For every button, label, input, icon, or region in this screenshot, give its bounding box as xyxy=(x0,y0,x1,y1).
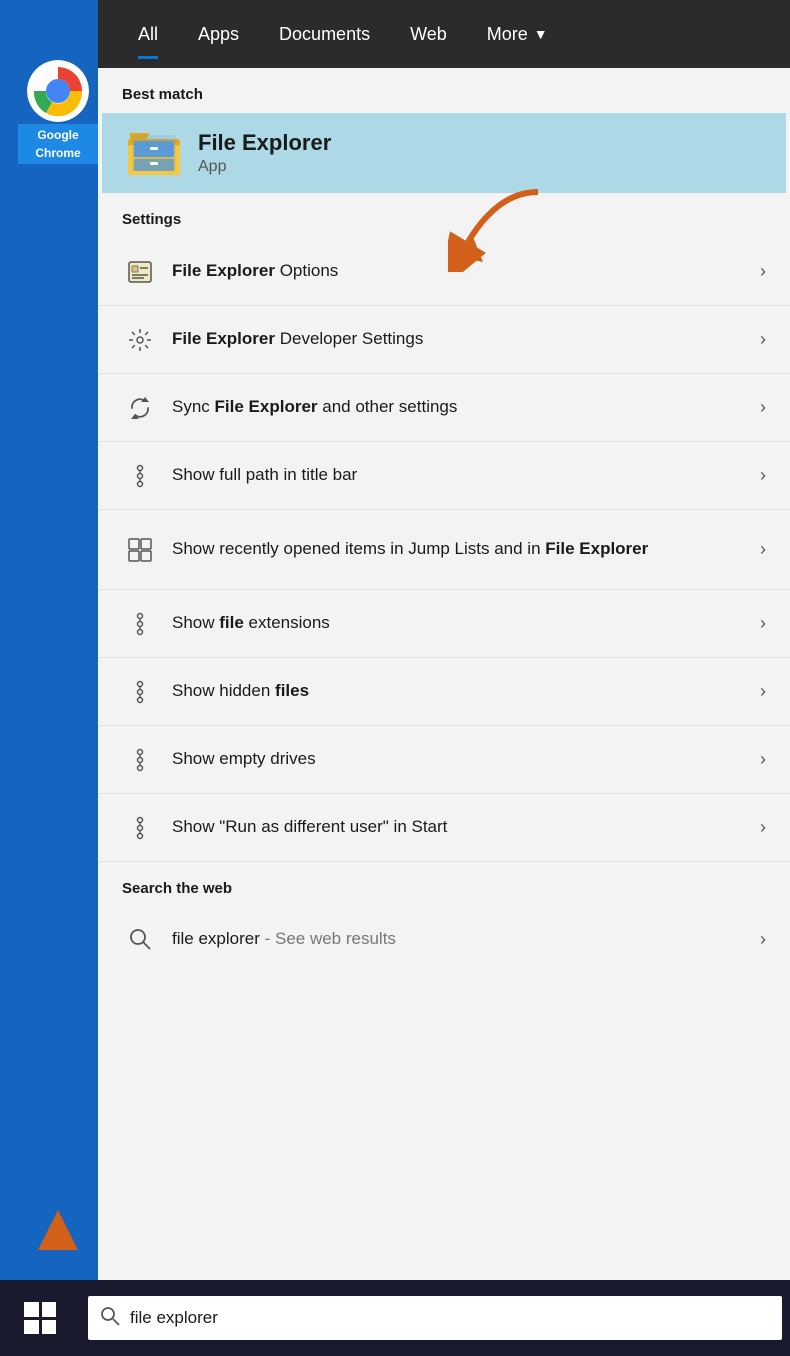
settings-item-sync-fe[interactable]: Sync File Explorer and other settings › xyxy=(98,374,790,442)
web-search-header: Search the web xyxy=(98,862,790,907)
chevron-right-icon-9: › xyxy=(760,817,766,838)
settings-item-file-ext-text: Show file extensions xyxy=(172,612,760,634)
chevron-right-icon-3: › xyxy=(760,397,766,418)
settings-item-hidden-files-text: Show hidden files xyxy=(172,680,760,702)
settings-item-recent[interactable]: Show recently opened items in Jump Lists… xyxy=(98,510,790,590)
settings-item-empty-drives[interactable]: Show empty drives › xyxy=(98,726,790,794)
settings-item-fe-dev-text: File Explorer Developer Settings xyxy=(172,328,760,350)
chevron-right-icon-8: › xyxy=(760,749,766,770)
hidden-files-icon xyxy=(122,679,158,705)
settings-item-fe-options[interactable]: File Explorer Options › xyxy=(98,238,790,306)
best-match-file-explorer[interactable]: File Explorer App xyxy=(102,113,786,193)
chevron-right-icon-5: › xyxy=(760,539,766,560)
taskbar-search-bar[interactable]: file explorer xyxy=(88,1296,782,1340)
chevron-right-icon-2: › xyxy=(760,329,766,350)
settings-item-run-as-text: Show "Run as different user" in Start xyxy=(172,816,760,838)
tab-documents[interactable]: Documents xyxy=(259,18,390,51)
filter-tabs-bar: All Apps Documents Web More ▼ xyxy=(98,0,790,68)
best-match-info: File Explorer App xyxy=(198,130,331,176)
chevron-right-icon-6: › xyxy=(760,613,766,634)
dev-settings-icon xyxy=(122,327,158,353)
settings-item-sync-fe-text: Sync File Explorer and other settings xyxy=(172,396,760,418)
chevron-right-icon: › xyxy=(760,261,766,282)
best-match-type: App xyxy=(198,158,331,176)
settings-item-file-ext[interactable]: Show file extensions › xyxy=(98,590,790,658)
taskbar: file explorer xyxy=(0,1280,790,1356)
settings-item-fe-dev[interactable]: File Explorer Developer Settings › xyxy=(98,306,790,374)
web-search-item-text: file explorer - See web results xyxy=(172,929,760,949)
settings-item-full-path[interactable]: Show full path in title bar › xyxy=(98,442,790,510)
file-explorer-icon xyxy=(126,125,182,181)
web-search-item[interactable]: file explorer - See web results › xyxy=(98,907,790,971)
best-match-name: File Explorer xyxy=(198,130,331,156)
settings-item-hidden-files[interactable]: Show hidden files › xyxy=(98,658,790,726)
tab-all[interactable]: All xyxy=(118,18,178,51)
best-match-header: Best match xyxy=(98,68,790,113)
search-panel: All Apps Documents Web More ▼ Best match xyxy=(98,0,790,1280)
settings-item-fe-options-text: File Explorer Options xyxy=(172,260,760,282)
chevron-down-icon: ▼ xyxy=(534,26,548,42)
file-ext-icon xyxy=(122,611,158,637)
settings-header: Settings xyxy=(98,193,790,238)
settings-item-recent-text: Show recently opened items in Jump Lists… xyxy=(172,538,760,560)
empty-drives-icon xyxy=(122,747,158,773)
chevron-right-icon-4: › xyxy=(760,465,766,486)
tab-apps[interactable]: Apps xyxy=(178,18,259,51)
web-search-icon xyxy=(122,928,158,950)
recent-icon xyxy=(122,537,158,563)
tab-more[interactable]: More ▼ xyxy=(467,18,568,51)
options-icon xyxy=(122,259,158,285)
settings-item-empty-drives-text: Show empty drives xyxy=(172,748,760,770)
chrome-icon-desktop[interactable]: Google Chrome xyxy=(18,60,98,164)
sync-icon xyxy=(122,395,158,421)
start-button[interactable] xyxy=(0,1280,80,1356)
taskbar-search-icon xyxy=(100,1306,120,1331)
tab-web[interactable]: Web xyxy=(390,18,467,51)
chrome-icon-image xyxy=(27,60,89,122)
chevron-right-web: › xyxy=(760,929,766,950)
settings-item-run-as[interactable]: Show "Run as different user" in Start › xyxy=(98,794,790,862)
windows-logo-icon xyxy=(24,1302,56,1334)
chrome-label: Google Chrome xyxy=(35,128,80,160)
chevron-right-icon-7: › xyxy=(760,681,766,702)
taskbar-search-value: file explorer xyxy=(130,1308,218,1328)
full-path-icon xyxy=(122,463,158,489)
run-as-icon xyxy=(122,815,158,841)
settings-item-full-path-text: Show full path in title bar xyxy=(172,464,760,486)
